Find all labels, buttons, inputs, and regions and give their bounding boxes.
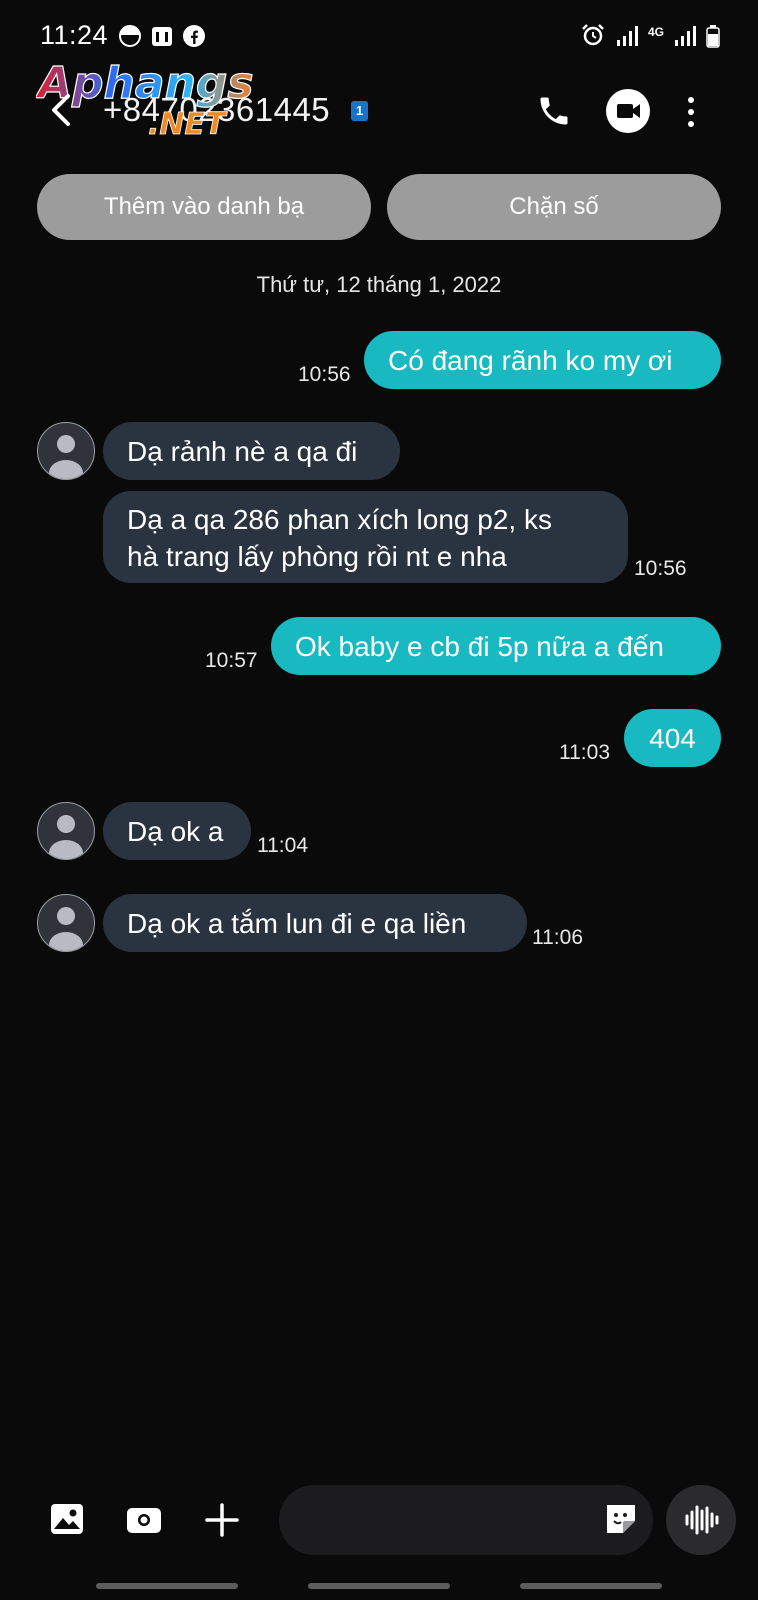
voice-icon [685, 1505, 719, 1535]
watermark-line2: .NET [148, 107, 228, 138]
network-type-label: 4G [647, 25, 664, 39]
contact-avatar[interactable] [37, 894, 95, 952]
incoming-message-bubble[interactable]: Dạ rảnh nè a qa đi [103, 422, 400, 480]
incoming-message-bubble-multiline[interactable]: Dạ a qa 286 phan xích long p2, ks hà tra… [103, 491, 628, 583]
status-right-icons: 4G [580, 22, 720, 48]
video-call-icon[interactable] [606, 89, 650, 133]
alarm-icon [582, 24, 604, 46]
message-time: 11:03 [559, 741, 610, 764]
message-input[interactable] [279, 1485, 653, 1555]
block-number-button[interactable]: Chặn số [387, 174, 721, 240]
contact-avatar[interactable] [37, 422, 95, 480]
signal-icon [616, 26, 638, 46]
nav-bar-segment [520, 1583, 662, 1589]
sim-badge: 1 [351, 101, 368, 121]
date-separator: Thứ tư, 12 tháng 1, 2022 [256, 272, 502, 297]
message-line: hà trang lấy phòng rồi nt e nha [127, 541, 507, 572]
incoming-message-bubble[interactable]: Dạ ok a tắm lun đi e qa liền [103, 894, 527, 952]
shopping-notification-icon [152, 27, 172, 46]
add-to-contacts-button[interactable]: Thêm vào danh bạ [37, 174, 371, 240]
camera-icon[interactable] [126, 1504, 162, 1534]
message-time: 11:04 [257, 834, 308, 857]
message-line: Dạ a qa 286 phan xích long p2, ks [127, 504, 552, 535]
outgoing-message-bubble[interactable]: Ok baby e cb đi 5p nữa a đến [271, 617, 721, 675]
outgoing-message-bubble[interactable]: 404 [624, 709, 721, 767]
status-left-icons [118, 24, 206, 48]
person-icon [49, 907, 83, 951]
gallery-icon[interactable] [50, 1503, 84, 1535]
messages-screen: 11:24 4G +84702361445 Aphangs .NET 1 Thê… [0, 0, 758, 1600]
voice-message-button[interactable] [666, 1485, 736, 1555]
back-icon[interactable] [46, 92, 76, 128]
sticker-icon[interactable] [603, 1501, 639, 1537]
message-time: 10:56 [298, 363, 351, 386]
outgoing-message-bubble[interactable]: Có đang rãnh ko my ơi [364, 331, 721, 389]
app-notification-icon [119, 25, 141, 47]
call-icon[interactable] [536, 93, 572, 129]
more-options-icon[interactable] [686, 96, 696, 128]
battery-icon [706, 25, 720, 48]
plus-icon[interactable] [205, 1503, 239, 1537]
signal-icon-2 [675, 26, 696, 46]
message-time: 10:57 [205, 649, 258, 672]
person-icon [49, 815, 83, 859]
incoming-message-bubble[interactable]: Dạ ok a [103, 802, 251, 860]
message-time: 10:56 [634, 557, 687, 580]
facebook-icon [183, 25, 205, 47]
contact-avatar[interactable] [37, 802, 95, 860]
nav-bar-segment [96, 1583, 238, 1589]
person-icon [49, 435, 83, 479]
nav-bar-segment [308, 1583, 450, 1589]
message-time: 11:06 [532, 926, 583, 949]
status-time: 11:24 [40, 20, 109, 50]
